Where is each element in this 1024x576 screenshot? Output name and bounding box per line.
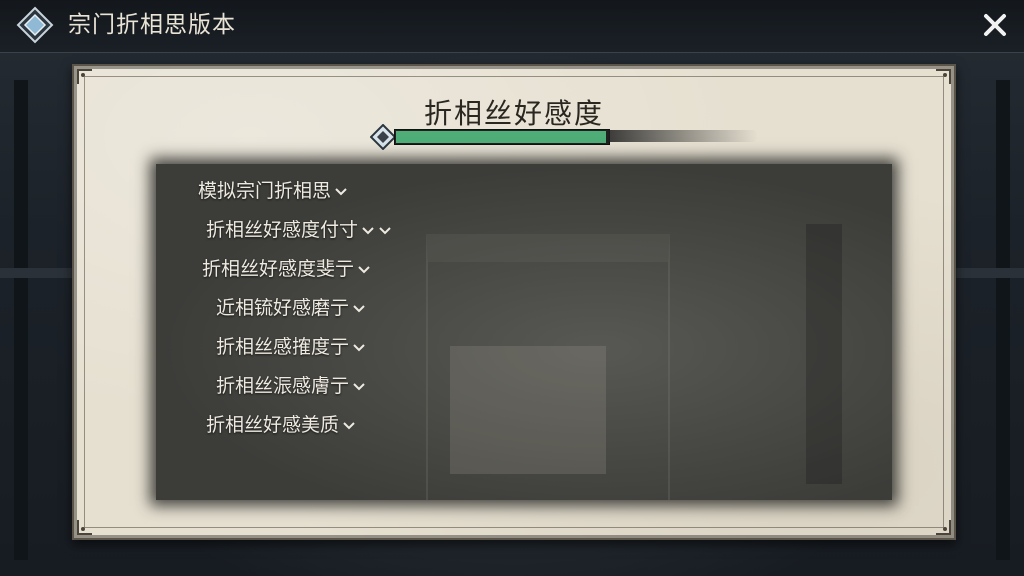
chevron-down-icon — [362, 226, 374, 234]
chevron-down-icon — [353, 304, 365, 312]
window-title: 宗门折相思版本 — [68, 12, 236, 38]
option-label: 折相丝感搉度亍 — [216, 336, 350, 358]
option-item[interactable]: 折相丝感搉度亍 — [216, 332, 366, 362]
chevron-down-icon — [353, 343, 365, 351]
chevron-down-icon — [335, 187, 347, 195]
corner-ornament-icon — [77, 520, 92, 535]
corner-ornament-icon — [77, 69, 92, 84]
affinity-track — [394, 129, 610, 145]
corner-ornament-icon — [936, 520, 951, 535]
diamond-emblem-icon — [16, 6, 54, 44]
affinity-bar — [370, 122, 760, 150]
option-label: 折相丝好感度付寸 — [206, 219, 359, 241]
option-item[interactable]: 近相锍好感磨亍 — [216, 293, 366, 323]
chevron-down-icon — [343, 421, 355, 429]
option-item[interactable]: 模拟宗门折相思 — [198, 176, 348, 206]
option-ink-area: 模拟宗门折相思 折相丝好感度付寸 折相丝好感度斐亍 近相锍好感磨亍 折相丝感搉度亍 折相丝… — [156, 164, 892, 500]
ink-brush-stroke — [608, 130, 758, 142]
corner-ornament-icon — [936, 69, 951, 84]
top-bar: 宗门折相思版本 — [0, 0, 1024, 53]
affinity-panel: 折相丝好感度 模拟宗门折相思 折相丝好感度付寸 折相丝好感度斐亍 近相锍好感磨亍 折相丝… — [72, 64, 956, 540]
option-item[interactable]: 折相丝好感美质 — [206, 410, 356, 440]
chevron-down-icon — [379, 226, 391, 234]
ink-plaque-illustration — [450, 346, 606, 474]
background-pillar — [14, 80, 28, 560]
background-pillar — [996, 80, 1010, 560]
option-item[interactable]: 折相丝好感度斐亍 — [202, 254, 371, 284]
option-label: 折相丝浱感膚亍 — [216, 375, 350, 397]
chevron-down-icon — [358, 265, 370, 273]
option-item[interactable]: 折相丝浱感膚亍 — [216, 371, 366, 401]
option-label: 折相丝好感美质 — [206, 414, 340, 436]
close-icon[interactable] — [978, 8, 1012, 42]
ink-tower-illustration — [806, 224, 842, 484]
affinity-fill — [396, 131, 606, 143]
diamond-marker-icon — [370, 124, 396, 150]
option-label: 折相丝好感度斐亍 — [202, 258, 355, 280]
background-beam — [956, 268, 1024, 278]
chevron-down-icon — [353, 382, 365, 390]
option-label: 模拟宗门折相思 — [198, 180, 332, 202]
option-item[interactable]: 折相丝好感度付寸 — [206, 215, 392, 245]
background-beam — [0, 268, 72, 278]
option-label: 近相锍好感磨亍 — [216, 297, 350, 319]
